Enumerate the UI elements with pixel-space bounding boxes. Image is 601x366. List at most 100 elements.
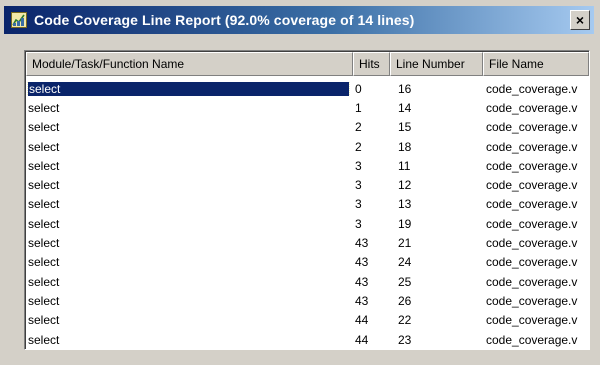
cell-file-name: code_coverage.v (483, 178, 589, 192)
cell-line-number-text: 23 (398, 332, 412, 347)
cell-hits: 1 (353, 101, 390, 115)
cell-file-name: code_coverage.v (483, 82, 589, 96)
cell-hits: 44 (353, 313, 390, 327)
cell-name-text: select (28, 100, 60, 115)
cell-line-number-text: 16 (398, 81, 412, 96)
cell-hits: 3 (353, 159, 390, 173)
cell-line-number: 19 (390, 217, 483, 231)
close-icon: × (575, 12, 585, 28)
cell-hits: 43 (353, 236, 390, 250)
table-row[interactable]: select 3 13 code_coverage.v (26, 195, 589, 214)
cell-line-number: 15 (390, 120, 483, 134)
cell-hits-text: 43 (355, 293, 369, 308)
cell-name: select (26, 159, 353, 173)
cell-file-name: code_coverage.v (483, 236, 589, 250)
cell-hits-text: 0 (355, 81, 362, 96)
cell-name-text: select (28, 139, 60, 154)
cell-file-name: code_coverage.v (483, 159, 589, 173)
table-row[interactable]: select 2 18 code_coverage.v (26, 137, 589, 156)
table-row[interactable]: select 43 24 code_coverage.v (26, 253, 589, 272)
cell-hits: 43 (353, 255, 390, 269)
cell-file-name: code_coverage.v (483, 275, 589, 289)
cell-name: select (26, 275, 353, 289)
cell-name: select (26, 197, 353, 211)
cell-hits: 44 (353, 333, 390, 347)
cell-line-number: 11 (390, 159, 483, 173)
cell-line-number-text: 26 (398, 293, 412, 308)
cell-file-name-text: code_coverage.v (486, 332, 578, 347)
cell-line-number-text: 22 (398, 313, 412, 328)
cell-hits-text: 43 (355, 255, 369, 270)
cell-hits: 2 (353, 140, 390, 154)
title-bar[interactable]: Code Coverage Line Report (92.0% coverag… (4, 6, 594, 34)
cell-file-name-text: code_coverage.v (486, 274, 578, 289)
cell-line-number-text: 12 (398, 178, 412, 193)
cell-file-name-text: code_coverage.v (486, 313, 578, 328)
cell-hits-text: 44 (355, 313, 369, 328)
cell-name: select (26, 236, 353, 250)
cell-line-number: 14 (390, 101, 483, 115)
cell-name-text: select (28, 178, 60, 193)
table-row[interactable]: select 44 23 code_coverage.v (26, 330, 589, 349)
cell-file-name-text: code_coverage.v (486, 255, 578, 270)
table-row[interactable]: select 43 21 code_coverage.v (26, 233, 589, 252)
cell-line-number: 23 (390, 333, 483, 347)
cell-file-name: code_coverage.v (483, 120, 589, 134)
cell-line-number: 25 (390, 275, 483, 289)
table-header: Module/Task/Function Name Hits Line Numb… (26, 52, 589, 76)
table-row[interactable]: select 3 12 code_coverage.v (26, 175, 589, 194)
column-header-name[interactable]: Module/Task/Function Name (26, 52, 353, 76)
table-row[interactable]: select 43 25 code_coverage.v (26, 272, 589, 291)
cell-name-text: select (28, 293, 60, 308)
cell-line-number: 26 (390, 294, 483, 308)
column-header-line-number[interactable]: Line Number (390, 52, 483, 76)
cell-file-name: code_coverage.v (483, 255, 589, 269)
cell-hits: 3 (353, 197, 390, 211)
cell-line-number-text: 21 (398, 236, 412, 251)
table-row[interactable]: select 1 14 code_coverage.v (26, 98, 589, 117)
cell-hits: 3 (353, 178, 390, 192)
table-row[interactable]: select 43 26 code_coverage.v (26, 291, 589, 310)
table-body: select 0 16 code_coverage.v select 1 14 code_co… (26, 79, 589, 349)
cell-line-number-text: 18 (398, 139, 412, 154)
coverage-table[interactable]: Module/Task/Function Name Hits Line Numb… (24, 50, 590, 350)
column-header-hits[interactable]: Hits (353, 52, 390, 76)
column-header-file-name[interactable]: File Name (483, 52, 589, 76)
cell-hits-text: 3 (355, 216, 362, 231)
cell-name: select (26, 255, 353, 269)
cell-name-text: select (28, 120, 60, 135)
cell-hits: 43 (353, 294, 390, 308)
table-row[interactable]: select 3 19 code_coverage.v (26, 214, 589, 233)
table-row[interactable]: select 2 15 code_coverage.v (26, 118, 589, 137)
cell-name: select (26, 294, 353, 308)
cell-file-name: code_coverage.v (483, 101, 589, 115)
cell-hits-text: 3 (355, 197, 362, 212)
cell-file-name: code_coverage.v (483, 333, 589, 347)
cell-name: select (26, 140, 353, 154)
cell-file-name-text: code_coverage.v (486, 100, 578, 115)
cell-name-text: select (28, 313, 60, 328)
cell-file-name-text: code_coverage.v (486, 139, 578, 154)
cell-file-name: code_coverage.v (483, 313, 589, 327)
cell-hits-text: 44 (355, 332, 369, 347)
cell-line-number-text: 25 (398, 274, 412, 289)
cell-name: select (26, 313, 353, 327)
table-row[interactable]: select 0 16 code_coverage.v (26, 79, 589, 98)
cell-line-number: 18 (390, 140, 483, 154)
cell-file-name-text: code_coverage.v (486, 236, 578, 251)
cell-file-name-text: code_coverage.v (486, 216, 578, 231)
cell-file-name-text: code_coverage.v (486, 120, 578, 135)
cell-name: select (26, 333, 353, 347)
cell-hits-text: 1 (355, 100, 362, 115)
cell-file-name: code_coverage.v (483, 197, 589, 211)
cell-line-number: 16 (390, 82, 483, 96)
cell-name-text: select (28, 255, 60, 270)
cell-file-name-text: code_coverage.v (486, 178, 578, 193)
table-row[interactable]: select 44 22 code_coverage.v (26, 311, 589, 330)
table-row[interactable]: select 3 11 code_coverage.v (26, 156, 589, 175)
cell-line-number-text: 11 (398, 158, 411, 173)
cell-name-text: select (28, 274, 60, 289)
close-button[interactable]: × (570, 10, 590, 30)
cell-hits: 43 (353, 275, 390, 289)
cell-file-name-text: code_coverage.v (486, 293, 578, 308)
